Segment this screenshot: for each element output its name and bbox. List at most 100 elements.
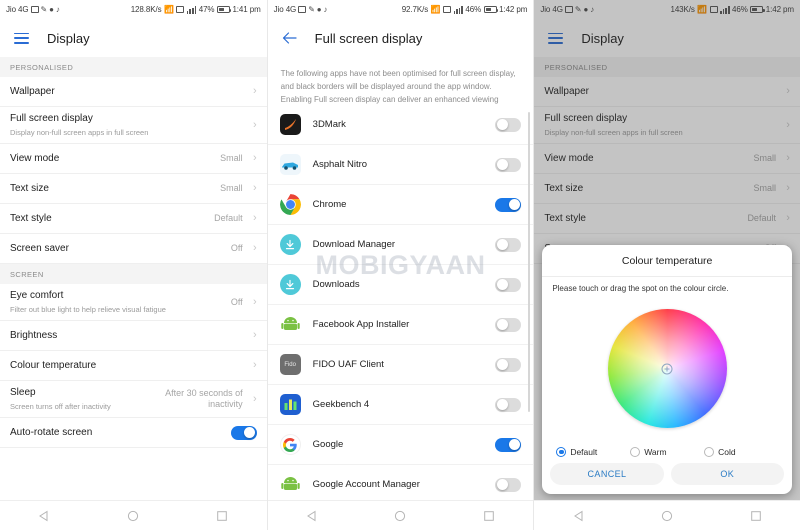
hamburger-menu-icon[interactable] bbox=[14, 32, 29, 44]
list-item[interactable]: Fido FIDO UAF Client bbox=[267, 345, 534, 385]
status-bar: Jio 4G ✎ ● ♪ 92.7K/s 📶 46% 1:42 pm bbox=[267, 0, 534, 19]
home-circle-icon[interactable] bbox=[394, 510, 406, 522]
pencil-icon: ✎ bbox=[40, 4, 48, 14]
app-toggle[interactable] bbox=[495, 197, 522, 212]
sim-icon bbox=[298, 6, 307, 13]
app-toggle[interactable] bbox=[495, 437, 522, 452]
list-item[interactable]: Google Account Manager bbox=[268, 465, 534, 500]
radio-cold[interactable]: Cold bbox=[704, 447, 778, 457]
chevron-right-icon: › bbox=[252, 118, 257, 131]
three-phone-screenshots: Jio 4G ✎ ● ♪ 128.8K/s 📶 47% 1:41 pm Disp… bbox=[0, 0, 800, 530]
section-header-personalised: PERSONALISED bbox=[0, 57, 267, 77]
row-value: Off bbox=[230, 243, 243, 253]
row-value: Off bbox=[230, 296, 243, 307]
app-name: Geekbench 4 bbox=[312, 399, 370, 410]
row-sleep[interactable]: Sleep Screen turns off after inactivity … bbox=[0, 381, 267, 418]
app-name: 3DMark bbox=[312, 119, 346, 130]
radio-warm[interactable]: Warm bbox=[630, 447, 704, 457]
music-icon: ♪ bbox=[323, 4, 328, 14]
android-icon bbox=[280, 314, 301, 335]
back-triangle-icon[interactable] bbox=[306, 510, 318, 522]
row-eye-comfort[interactable]: Eye comfort Filter out blue light to hel… bbox=[0, 284, 267, 321]
radio-label: Default bbox=[570, 447, 598, 457]
vertical-scrollbar[interactable] bbox=[528, 112, 531, 412]
colour-spot-handle[interactable] bbox=[661, 363, 673, 374]
back-triangle-icon[interactable] bbox=[38, 510, 50, 522]
row-auto-rotate-screen[interactable]: Auto-rotate screen bbox=[0, 418, 267, 448]
android-icon bbox=[280, 474, 301, 495]
app-name: Chrome bbox=[312, 199, 347, 210]
radio-label: Cold bbox=[718, 447, 736, 457]
recents-square-icon[interactable] bbox=[750, 510, 762, 522]
back-arrow-icon[interactable] bbox=[282, 31, 297, 45]
app-list[interactable]: 3DMark Asphalt Nitro Chrome Download Man… bbox=[267, 105, 534, 500]
row-title: Colour temperature bbox=[10, 359, 97, 371]
list-item[interactable]: Facebook App Installer bbox=[267, 305, 534, 345]
row-title: Sleep bbox=[10, 387, 36, 398]
app-toggle[interactable] bbox=[495, 317, 522, 332]
wifi-icon: 📶 bbox=[430, 4, 441, 14]
row-brightness[interactable]: Brightness › bbox=[0, 321, 267, 351]
radio-dot-icon bbox=[630, 447, 641, 457]
row-title: Eye comfort bbox=[10, 290, 64, 301]
list-item[interactable]: Download Manager bbox=[267, 225, 534, 265]
row-screen-saver[interactable]: Screen saver Off › bbox=[0, 234, 267, 264]
app-toggle[interactable] bbox=[495, 397, 522, 412]
recents-square-icon[interactable] bbox=[483, 510, 495, 522]
auto-rotate-toggle[interactable] bbox=[230, 425, 257, 440]
row-colour-temperature[interactable]: Colour temperature › bbox=[0, 351, 267, 381]
3dmark-icon bbox=[279, 114, 301, 135]
app-toggle[interactable] bbox=[495, 357, 522, 372]
app-toggle[interactable] bbox=[495, 277, 522, 292]
wifi-icon: 📶 bbox=[163, 4, 174, 14]
clock-label: 1:41 pm bbox=[232, 5, 261, 14]
row-full-screen-display[interactable]: Full screen display Display non-full scr… bbox=[0, 107, 267, 144]
chevron-right-icon: › bbox=[252, 85, 257, 97]
back-triangle-icon[interactable] bbox=[573, 510, 585, 522]
clock-label: 1:42 pm bbox=[499, 5, 528, 14]
carrier-label: Jio 4G bbox=[6, 5, 29, 14]
row-title: Auto-rotate screen bbox=[10, 426, 93, 438]
radio-default[interactable]: Default bbox=[556, 447, 630, 457]
row-wallpaper[interactable]: Wallpaper › bbox=[0, 77, 267, 107]
row-view-mode[interactable]: View mode Small › bbox=[0, 144, 267, 174]
ok-button[interactable]: OK bbox=[670, 463, 784, 485]
panel-full-screen-display: Jio 4G ✎ ● ♪ 92.7K/s 📶 46% 1:42 pm Full … bbox=[266, 0, 534, 530]
row-title: Brightness bbox=[10, 329, 58, 341]
row-text-style[interactable]: Text style Default › bbox=[0, 204, 267, 234]
vowifi-icon bbox=[443, 6, 451, 13]
recents-square-icon[interactable] bbox=[216, 510, 228, 522]
chevron-right-icon: › bbox=[252, 329, 257, 341]
page-title: Full screen display bbox=[314, 30, 423, 46]
panel-display-settings: Jio 4G ✎ ● ♪ 128.8K/s 📶 47% 1:41 pm Disp… bbox=[0, 0, 267, 530]
list-item[interactable]: Asphalt Nitro bbox=[267, 145, 534, 185]
app-toggle[interactable] bbox=[495, 237, 522, 252]
cancel-button[interactable]: CANCEL bbox=[550, 463, 664, 485]
row-title: Screen saver bbox=[10, 242, 69, 254]
signal-icon bbox=[453, 6, 463, 14]
list-item[interactable]: 3DMark bbox=[267, 105, 534, 145]
list-item[interactable]: Chrome bbox=[267, 185, 534, 225]
app-toggle[interactable] bbox=[495, 117, 522, 132]
app-toggle[interactable] bbox=[495, 157, 522, 172]
list-item[interactable]: Geekbench 4 bbox=[267, 385, 534, 425]
colour-wheel[interactable] bbox=[607, 309, 727, 428]
app-name: Google bbox=[312, 439, 344, 450]
row-text-size[interactable]: Text size Small › bbox=[0, 174, 267, 204]
navigation-bar bbox=[267, 500, 534, 530]
vowifi-icon bbox=[176, 6, 185, 13]
home-circle-icon[interactable] bbox=[127, 510, 139, 522]
list-item[interactable]: Google bbox=[267, 425, 534, 465]
list-item[interactable]: Downloads bbox=[267, 265, 534, 305]
radio-dot-icon bbox=[556, 447, 567, 457]
sim-icon bbox=[30, 6, 39, 13]
signal-icon bbox=[186, 6, 197, 14]
chevron-right-icon: › bbox=[252, 212, 257, 224]
google-icon bbox=[279, 434, 301, 455]
app-toggle[interactable] bbox=[495, 477, 522, 492]
battery-percent-label: 46% bbox=[465, 5, 482, 14]
dialog-instruction: Please touch or drag the spot on the col… bbox=[552, 284, 729, 293]
temperature-options: Default Warm Cold bbox=[542, 444, 792, 463]
home-circle-icon[interactable] bbox=[661, 510, 673, 522]
colour-wheel-area[interactable] bbox=[542, 293, 792, 444]
